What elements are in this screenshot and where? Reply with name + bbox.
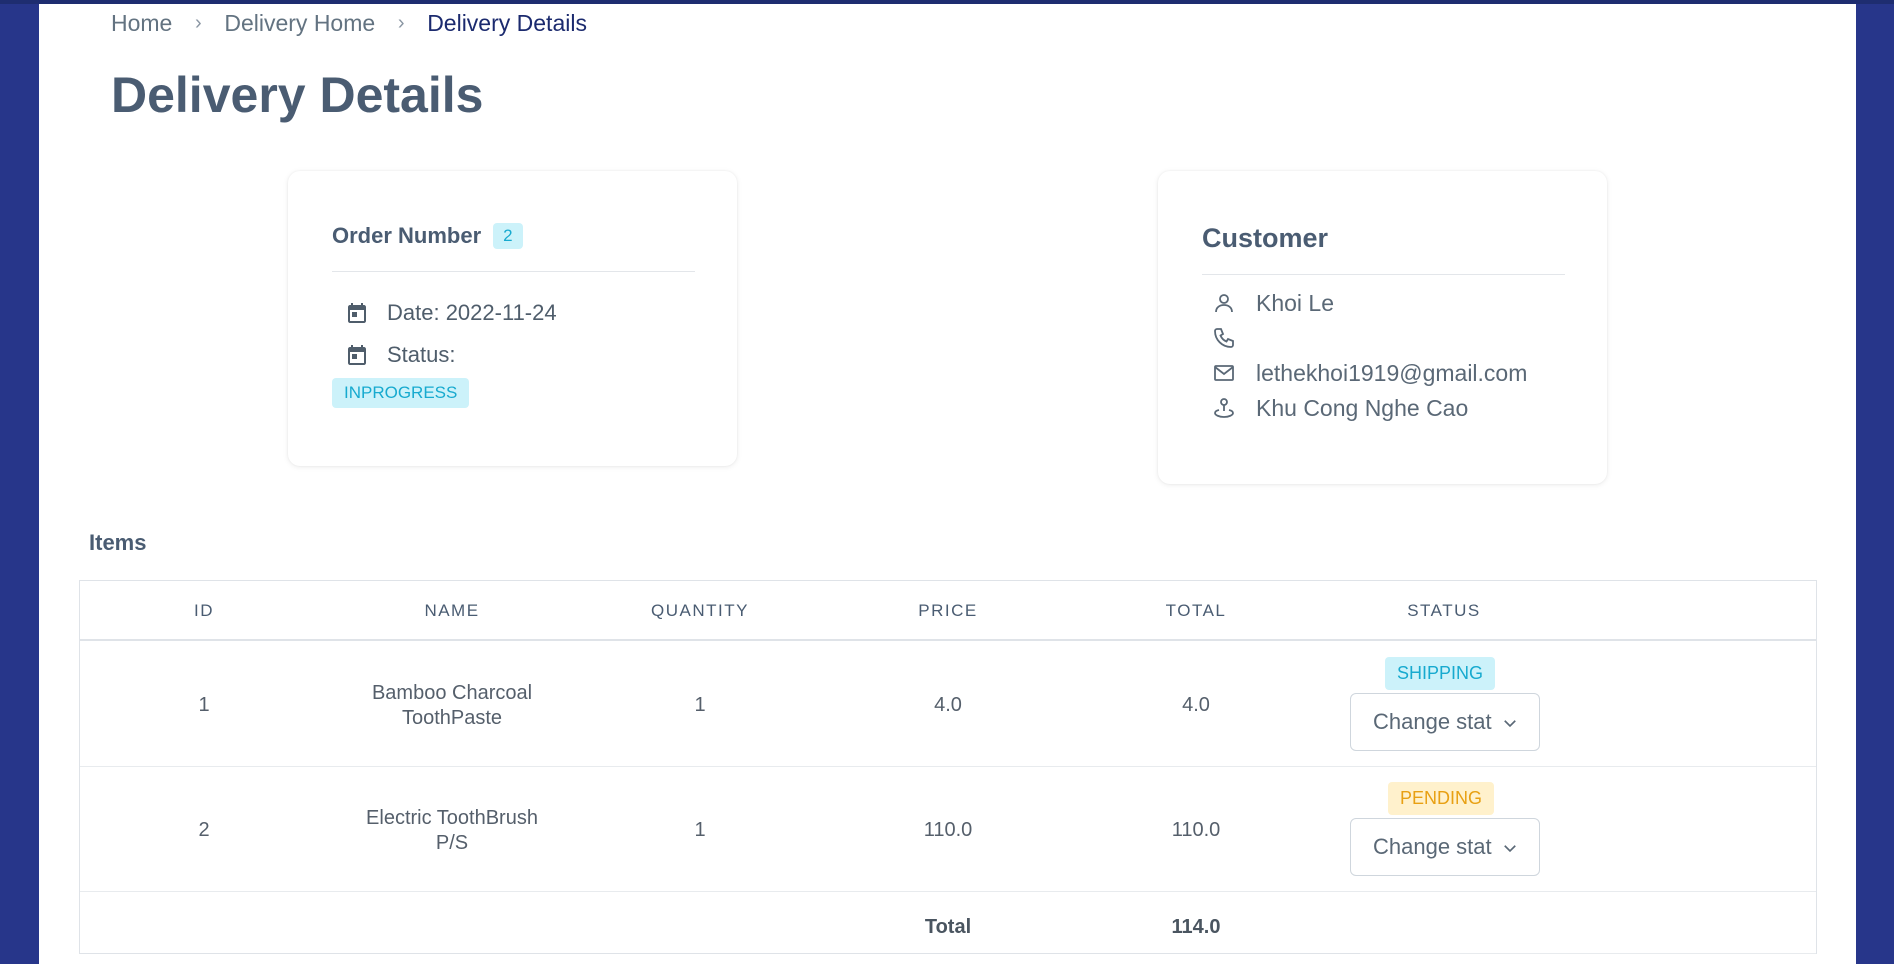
status-badge: SHIPPING: [1385, 657, 1496, 690]
cell-id: 2: [198, 819, 210, 841]
breadcrumb-delivery-home-link[interactable]: Delivery Home: [224, 10, 375, 37]
cell-name-line: Bamboo Charcoal: [371, 682, 533, 704]
customer-card: Customer Khoi Le lethekhoi1919@gmail.com: [1158, 171, 1607, 484]
total-label: Total: [924, 916, 972, 938]
chevron-right-icon: ›: [397, 12, 405, 34]
items-title: Items: [89, 530, 147, 555]
order-date: Date: 2022-11-24: [387, 300, 557, 325]
customer-email-row: lethekhoi1919@gmail.com: [1210, 359, 1527, 387]
change-status-select-label: Change stat: [1373, 834, 1492, 859]
calendar-icon: [343, 341, 371, 369]
order-number-badge: 2: [493, 223, 523, 249]
cell-price: 4.0: [934, 694, 962, 716]
table-row: 1 Bamboo Charcoal ToothPaste 1 4.0 4.0 S…: [80, 643, 1816, 767]
customer-card-header: Customer: [1202, 223, 1328, 254]
column-header-name: NAME: [424, 601, 480, 620]
chevron-right-icon: ›: [195, 12, 202, 34]
table-total-row: Total 114.0: [80, 897, 1816, 955]
order-number-label: Order Number: [332, 223, 482, 248]
phone-icon: [1210, 324, 1238, 352]
cell-name-line: Electric ToothBrush: [366, 807, 538, 829]
customer-email: lethekhoi1919@gmail.com: [1256, 359, 1528, 386]
cell-quantity: 1: [694, 694, 706, 716]
change-status-select-label: Change stat: [1373, 709, 1492, 734]
cell-name-line: P/S: [435, 832, 469, 854]
chevron-down-icon: [1501, 712, 1519, 738]
cell-name: Electric ToothBrush P/S: [352, 806, 552, 856]
cell-name: Bamboo Charcoal ToothPaste: [352, 681, 552, 731]
table-header: ID NAME QUANTITY PRICE TOTAL STATUS: [80, 581, 1816, 641]
column-header-status: STATUS: [1407, 601, 1481, 620]
breadcrumb: Home › Delivery Home › Delivery Details: [111, 10, 587, 37]
column-header-quantity: QUANTITY: [651, 601, 749, 620]
column-header-total: TOTAL: [1165, 601, 1227, 620]
customer-name-row: Khoi Le: [1210, 289, 1334, 317]
breadcrumb-home-link[interactable]: Home: [111, 10, 172, 37]
page-title: Delivery Details: [111, 67, 484, 123]
calendar-icon: [343, 299, 371, 327]
cell-total: 4.0: [1182, 694, 1210, 716]
customer-name: Khoi Le: [1256, 289, 1335, 316]
change-status-select[interactable]: Change stat: [1350, 818, 1540, 876]
grand-total: 114.0: [1171, 916, 1221, 938]
change-status-select[interactable]: Change stat: [1350, 693, 1540, 751]
user-icon: [1210, 289, 1238, 317]
cell-price: 110.0: [923, 819, 973, 841]
mail-icon: [1210, 359, 1238, 387]
order-card-divider: [332, 271, 695, 272]
customer-address-row: Khu Cong Nghe Cao: [1210, 394, 1468, 422]
customer-address: Khu Cong Nghe Cao: [1256, 394, 1469, 421]
status-badge: PENDING: [1388, 782, 1495, 815]
order-status-row: Status:: [343, 341, 455, 369]
items-table: ID NAME QUANTITY PRICE TOTAL STATUS 1 Ba…: [79, 580, 1817, 954]
map-pin-icon: [1210, 394, 1238, 422]
cell-quantity: 1: [694, 819, 706, 841]
customer-title: Customer: [1202, 223, 1329, 253]
customer-card-divider: [1202, 274, 1565, 275]
total-row-divider: [1360, 953, 1816, 954]
cell-name-line: ToothPaste: [401, 707, 503, 729]
order-card: Order Number 2 Date: 2022-11-24 Status: …: [288, 171, 737, 466]
table-row: 2 Electric ToothBrush P/S 1 110.0 110.0 …: [80, 768, 1816, 892]
column-header-price: PRICE: [918, 601, 978, 620]
order-status-label: Status:: [387, 342, 456, 367]
order-status-badge: INPROGRESS: [332, 378, 470, 408]
order-card-header: Order Number 2: [332, 223, 523, 249]
main-content: Home › Delivery Home › Delivery Details …: [39, 4, 1856, 964]
cell-total: 110.0: [1171, 819, 1221, 841]
column-header-id: ID: [194, 601, 214, 620]
customer-phone-row: [1210, 324, 1256, 352]
breadcrumb-current: Delivery Details: [427, 10, 587, 36]
chevron-down-icon: [1501, 837, 1519, 863]
cell-id: 1: [198, 694, 210, 716]
order-date-row: Date: 2022-11-24: [343, 299, 557, 327]
